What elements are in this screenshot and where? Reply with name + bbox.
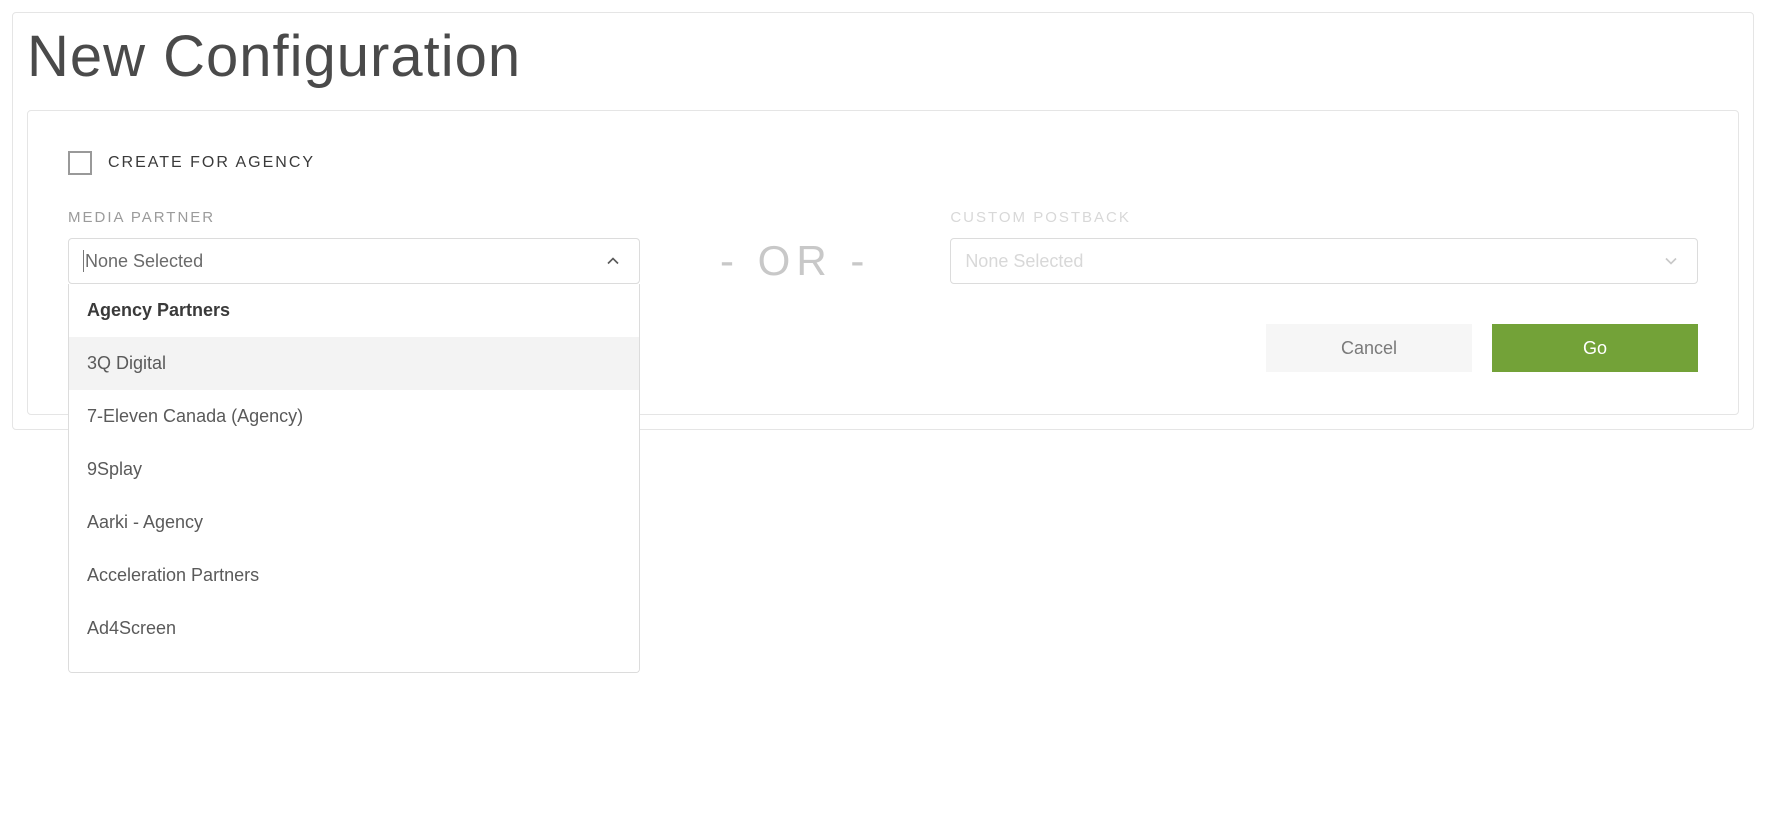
chevron-up-icon (603, 251, 623, 271)
cancel-button[interactable]: Cancel (1266, 324, 1472, 372)
media-partner-column: MEDIA PARTNER None Selected (68, 209, 640, 284)
dropdown-item[interactable]: Ad4Screen (69, 602, 639, 655)
create-for-agency-checkbox[interactable] (68, 151, 92, 175)
chevron-down-icon (1661, 251, 1681, 271)
media-partner-select[interactable]: None Selected (68, 238, 640, 284)
form-card: CREATE FOR AGENCY MEDIA PARTNER None Sel… (27, 110, 1739, 415)
media-partner-dropdown-wrapper: None Selected Agency Partners 3Q Digital… (68, 238, 640, 284)
custom-postback-label: CUSTOM POSTBACK (950, 209, 1698, 226)
dropdown-item[interactable]: 7-Eleven Canada (Agency) (69, 390, 639, 443)
dropdown-group-header: Agency Partners (69, 284, 639, 337)
media-partner-label: MEDIA PARTNER (68, 209, 640, 226)
custom-postback-select[interactable]: None Selected (950, 238, 1698, 284)
go-button[interactable]: Go (1492, 324, 1698, 372)
create-for-agency-label: CREATE FOR AGENCY (108, 154, 315, 172)
selector-row: MEDIA PARTNER None Selected (68, 209, 1698, 372)
page-container: New Configuration CREATE FOR AGENCY MEDI… (12, 12, 1754, 430)
media-partner-value: None Selected (85, 251, 203, 272)
media-partner-dropdown-list[interactable]: Agency Partners 3Q Digital 7-Eleven Cana… (68, 284, 640, 673)
dropdown-item[interactable]: AdAction Interactive Agency (69, 655, 639, 673)
dropdown-item[interactable]: Aarki - Agency (69, 496, 639, 549)
dropdown-item[interactable]: 9Splay (69, 443, 639, 496)
custom-postback-column: CUSTOM POSTBACK None Selected Cancel Go (950, 209, 1698, 372)
actions-row: Cancel Go (950, 324, 1698, 372)
or-separator: - OR - (640, 209, 950, 285)
page-title: New Configuration (13, 13, 1753, 110)
dropdown-item[interactable]: 3Q Digital (69, 337, 639, 390)
create-for-agency-row: CREATE FOR AGENCY (68, 151, 1698, 175)
custom-postback-value: None Selected (965, 251, 1083, 272)
dropdown-item[interactable]: Acceleration Partners (69, 549, 639, 602)
text-cursor (83, 250, 84, 272)
